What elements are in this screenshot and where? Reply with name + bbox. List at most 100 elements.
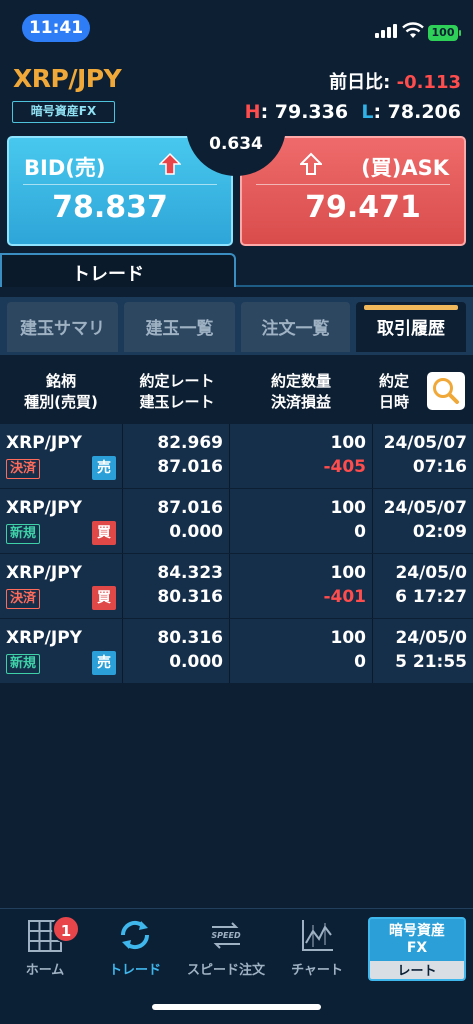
battery-icon: 100 bbox=[428, 25, 461, 41]
row-date: 24/05/0 bbox=[395, 563, 467, 583]
home-indicator bbox=[152, 1004, 321, 1010]
row-symbol: XRP/JPY bbox=[6, 628, 82, 648]
nav-trade-label: トレード bbox=[108, 963, 161, 978]
column-divider bbox=[372, 489, 373, 553]
column-divider bbox=[122, 424, 123, 488]
header-rate-line2: 建玉レート bbox=[139, 393, 215, 411]
row-quantity: 100 bbox=[330, 628, 367, 648]
row-exec-rate: 80.316 bbox=[157, 628, 223, 648]
cellular-signal-icon bbox=[375, 24, 397, 38]
column-divider bbox=[372, 424, 373, 488]
tab-position-list[interactable]: 建玉一覧 bbox=[124, 302, 235, 352]
header-quantity-line2: 決済損益 bbox=[270, 393, 331, 411]
header-datetime-line1: 約定 bbox=[378, 372, 409, 390]
tab-trade-history[interactable]: 取引履歴 bbox=[356, 302, 466, 352]
row-quantity: 100 bbox=[330, 498, 367, 518]
crypto-fx-rate-button[interactable]: 暗号資産 FX レート bbox=[368, 917, 466, 981]
symbol-title[interactable]: XRP/JPY bbox=[13, 64, 122, 93]
crypto-fx-badge: 暗号資産FX bbox=[12, 101, 115, 123]
column-divider bbox=[372, 619, 373, 683]
svg-text:SPEED: SPEED bbox=[211, 931, 241, 940]
row-position-rate: 80.316 bbox=[157, 587, 223, 607]
row-pnl: 0 bbox=[354, 522, 366, 542]
row-symbol: XRP/JPY bbox=[6, 433, 82, 453]
header-datetime-line2: 日時 bbox=[378, 393, 409, 411]
row-position-rate: 0.000 bbox=[169, 522, 223, 542]
refresh-arrows-icon bbox=[120, 920, 150, 950]
column-divider bbox=[122, 554, 123, 618]
row-quantity: 100 bbox=[330, 433, 367, 453]
nav-speed-order[interactable]: SPEED スピード注文 bbox=[180, 917, 272, 978]
column-divider bbox=[122, 489, 123, 553]
low-value: : 78.206 bbox=[373, 101, 461, 123]
trade-tab-bar: トレード bbox=[0, 253, 473, 287]
row-position-rate: 0.000 bbox=[169, 652, 223, 672]
sub-tab-bar: 建玉サマリ 建玉一覧 注文一覧 取引履歴 bbox=[0, 297, 473, 355]
column-divider bbox=[229, 489, 230, 553]
tab-trade[interactable]: トレード bbox=[0, 253, 236, 287]
row-symbol: XRP/JPY bbox=[6, 498, 82, 518]
fx-button-subtitle: レート bbox=[370, 961, 464, 979]
header-symbol: 銘柄 種別(売買) bbox=[12, 371, 110, 413]
low-label: L bbox=[361, 101, 374, 123]
row-exec-rate: 82.969 bbox=[157, 433, 223, 453]
row-date: 24/05/07 bbox=[383, 498, 467, 518]
row-type-tag: 決済 bbox=[6, 459, 41, 479]
nav-speed-order-label: スピード注文 bbox=[186, 963, 265, 978]
header-rate-line1: 約定レート bbox=[139, 372, 215, 390]
table-row[interactable]: XRP/JPY 新規 売 80.316 0.000 100 0 24/05/0 5 21:55 bbox=[0, 619, 473, 683]
arrow-up-outline-icon bbox=[300, 152, 322, 175]
row-type-tag: 決済 bbox=[6, 589, 41, 609]
tab-trade-label: トレード bbox=[72, 264, 144, 285]
status-bar: 11:41 100 bbox=[0, 0, 473, 55]
nav-chart-label: チャート bbox=[291, 963, 343, 978]
column-divider bbox=[229, 619, 230, 683]
column-divider bbox=[229, 424, 230, 488]
tab-order-list[interactable]: 注文一覧 bbox=[241, 302, 350, 352]
row-type-tag: 新規 bbox=[6, 524, 41, 544]
row-time: 02:09 bbox=[412, 522, 467, 542]
chart-icon bbox=[302, 920, 333, 951]
row-position-rate: 87.016 bbox=[157, 457, 223, 477]
column-divider bbox=[372, 554, 373, 618]
nav-chart[interactable]: チャート bbox=[272, 917, 362, 978]
speed-icon: SPEED bbox=[211, 922, 241, 949]
fx-button-title: 暗号資産 FX bbox=[389, 923, 445, 956]
row-side-badge: 買 bbox=[92, 521, 116, 545]
bid-price: 78.837 bbox=[52, 190, 168, 225]
row-symbol: XRP/JPY bbox=[6, 563, 82, 583]
high-label: H bbox=[244, 101, 261, 123]
row-time: 6 17:27 bbox=[395, 587, 467, 607]
tab-position-summary[interactable]: 建玉サマリ bbox=[7, 302, 118, 352]
table-row[interactable]: XRP/JPY 決済 買 84.323 80.316 100 -401 24/05/0 6 17… bbox=[0, 554, 473, 618]
row-type-tag: 新規 bbox=[6, 654, 41, 674]
table-row[interactable]: XRP/JPY 新規 買 87.016 0.000 100 0 24/05/07 02:09 bbox=[0, 489, 473, 553]
wifi-icon bbox=[402, 22, 424, 38]
row-pnl: -405 bbox=[323, 457, 366, 477]
row-side-badge: 買 bbox=[92, 586, 116, 610]
bid-divider bbox=[23, 184, 217, 185]
table-row[interactable]: XRP/JPY 決済 売 82.969 87.016 100 -405 24/05/07 07:… bbox=[0, 424, 473, 488]
row-date: 24/05/0 bbox=[395, 628, 467, 648]
nav-trade[interactable]: トレード bbox=[90, 917, 180, 978]
row-time: 07:16 bbox=[412, 457, 467, 477]
header-datetime: 約定 日時 bbox=[370, 371, 418, 413]
ask-label: (買)ASK bbox=[361, 156, 449, 180]
nav-home-label: ホーム bbox=[25, 963, 65, 978]
column-divider bbox=[122, 619, 123, 683]
row-date: 24/05/07 bbox=[383, 433, 467, 453]
header-symbol-line2: 種別(売買) bbox=[24, 393, 98, 411]
prev-day-label: 前日比: bbox=[329, 72, 391, 93]
nav-home[interactable]: ホーム 1 bbox=[0, 915, 90, 978]
quote-panel: BID(売) 78.837 (買)ASK 79.471 0.634 bbox=[0, 124, 473, 250]
header-rate: 約定レート 建玉レート bbox=[124, 371, 230, 413]
header-quantity-line1: 約定数量 bbox=[270, 372, 331, 390]
prev-day-change: 前日比: -0.113 bbox=[329, 68, 461, 94]
row-side-badge: 売 bbox=[92, 651, 116, 675]
row-pnl: 0 bbox=[354, 652, 366, 672]
row-exec-rate: 87.016 bbox=[157, 498, 223, 518]
row-pnl: -401 bbox=[323, 587, 366, 607]
high-low: H: 79.336 L: 78.206 bbox=[245, 101, 461, 123]
search-button[interactable] bbox=[427, 372, 465, 410]
status-time: 11:41 bbox=[22, 14, 90, 42]
